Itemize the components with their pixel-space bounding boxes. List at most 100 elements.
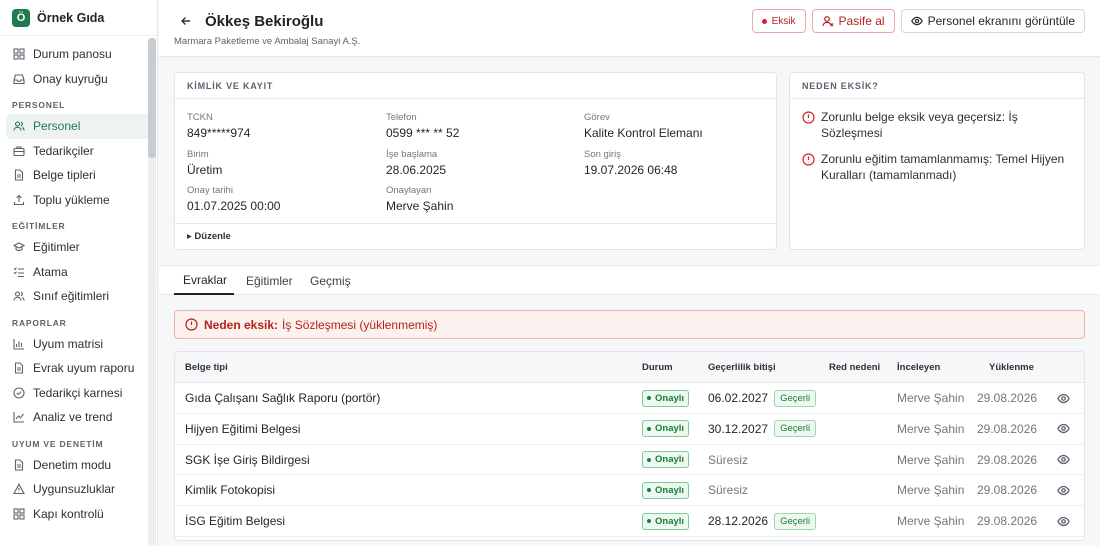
expiry-date: Süresiz: [708, 483, 749, 498]
field-value: 28.06.2025: [386, 163, 447, 177]
cell-belge-tipi: SGK İşe Giriş Bildirgesi: [185, 452, 310, 467]
main-content: Ökkeş Bekiroğlu Marmara Paketleme ve Amb…: [159, 0, 1100, 546]
sidebar-section-heading: UYUM VE DENETİM: [12, 438, 104, 449]
col-durum[interactable]: Durum: [642, 352, 673, 383]
sidebar-item-durum-panosu[interactable]: Durum panosu: [6, 42, 151, 67]
field-onaylayan: Onaylayan Merve Şahin: [386, 185, 453, 213]
cell-gecerlilik: 30.12.2027 Geçerli: [708, 414, 817, 444]
col-belge-tipi[interactable]: Belge tipi: [185, 352, 228, 383]
document-icon: [12, 168, 26, 182]
sidebar-item-analiz-ve-trend[interactable]: Analiz ve trend: [6, 405, 151, 430]
field-gorev: Görev Kalite Kontrol Elemanı: [584, 112, 703, 140]
sidebar-item-evrak-uyum-raporu[interactable]: Evrak uyum raporu: [6, 356, 151, 381]
table-row[interactable]: İSG Eğitim Belgesi Onaylı 28.12.2026 Geçerl…: [175, 506, 1084, 537]
sidebar-item-belge-tipleri[interactable]: Belge tipleri: [6, 163, 151, 188]
users-icon: [12, 119, 26, 133]
pasife-al-button[interactable]: Pasife al: [811, 9, 895, 33]
sidebar-scroll-thumb[interactable]: [148, 38, 156, 158]
brand[interactable]: Ö Örnek Gıda: [0, 0, 157, 36]
cell-gecerlilik: 28.12.2026 Geçerli: [708, 506, 817, 536]
sidebar-item-toplu-yukleme[interactable]: Toplu yükleme: [6, 188, 151, 213]
field-label: Telefon: [386, 112, 417, 123]
pasife-al-label: Pasife al: [838, 14, 885, 28]
cell-inceleyen: Merve Şahin: [897, 391, 965, 405]
sidebar-item-label: Tedarikçi karnesi: [33, 385, 123, 400]
validity-badge: Geçerli: [774, 420, 817, 438]
tab-egitimler[interactable]: Eğitimler: [237, 266, 302, 295]
eye-icon[interactable]: [1057, 475, 1070, 505]
table-row[interactable]: Kimlik Fotokopisi Onaylı Süresiz Merve Şahi…: [175, 475, 1084, 507]
col-inceleyen[interactable]: İnceleyen: [897, 352, 940, 383]
tab-evraklar[interactable]: Evraklar: [174, 266, 234, 295]
sidebar-section-heading: PERSONEL: [12, 100, 66, 110]
view-personnel-screen-button[interactable]: Personel ekranını görüntüle: [900, 9, 1085, 33]
view-personnel-label: Personel ekranını görüntüle: [927, 14, 1075, 28]
sidebar-item-label: Atama: [33, 264, 68, 279]
identity-card: KİMLİK VE KAYIT TCKN 849*****974 Telefon…: [174, 72, 777, 250]
cell-durum: Onaylı: [642, 445, 690, 475]
sidebar-item-tedarikciler[interactable]: Tedarikçiler: [6, 139, 151, 164]
tab-gecmis[interactable]: Geçmiş: [301, 266, 360, 295]
eksik-label: Eksik: [771, 15, 796, 27]
eye-icon[interactable]: [1057, 506, 1070, 536]
sidebar-item-label: Onay kuyruğu: [33, 71, 108, 86]
sidebar-scrollbar[interactable]: [148, 38, 156, 546]
field-value: Kalite Kontrol Elemanı: [584, 126, 703, 140]
col-gecerlilik[interactable]: Geçerlilik bitişi: [708, 352, 776, 383]
eye-icon: [910, 16, 923, 26]
alert-circle-icon: [802, 111, 815, 124]
table-row[interactable]: SGK İşe Giriş Bildirgesi Onaylı Süresiz Mer…: [175, 445, 1084, 476]
reasons-list: Zorunlu belge eksik veya geçersiz: İş Sö…: [790, 109, 1084, 183]
sidebar-item-sinif-egitimleri[interactable]: Sınıf eğitimleri: [6, 284, 151, 309]
eye-icon[interactable]: [1057, 414, 1070, 444]
sidebar-item-egitimler[interactable]: Eğitimler: [6, 235, 151, 260]
eye-icon[interactable]: [1057, 383, 1070, 413]
status-dot-icon: [647, 488, 651, 493]
alert-prefix: Neden eksik:: [204, 317, 279, 332]
cell-yuklenme: 29.08.2026: [977, 391, 1038, 405]
field-label: Onaylayan: [386, 185, 432, 196]
col-yuklenme[interactable]: Yüklenme: [989, 352, 1034, 383]
tab-bar: Evraklar Eğitimler Geçmiş: [159, 265, 1100, 295]
document-icon: [12, 458, 26, 472]
sidebar-item-denetim-modu[interactable]: Denetim modu: [6, 453, 151, 478]
status-badge-label: Onaylı: [655, 392, 685, 404]
sidebar-item-label: Uyum matrisi: [33, 336, 104, 351]
table-row[interactable]: Hijyen Eğitimi Belgesi Onaylı 30.12.2027 Ge…: [175, 414, 1084, 445]
sidebar-section-heading: RAPORLAR: [12, 317, 67, 328]
field-value: Üretim: [187, 163, 223, 177]
back-arrow-icon[interactable]: [180, 13, 194, 29]
field-value: Merve Şahin: [386, 199, 454, 213]
missing-reasons-card: NEDEN EKSİK? Zorunlu belge eksik veya ge…: [789, 72, 1085, 250]
cell-gecerlilik: 06.02.2027 Geçerli: [708, 383, 817, 413]
sidebar-item-uyum-matrisi[interactable]: Uyum matrisi: [6, 332, 151, 357]
identity-card-heading: KİMLİK VE KAYIT: [175, 73, 776, 99]
sidebar-item-kapi-kontrolu[interactable]: Kapı kontrolü: [6, 502, 151, 527]
cell-yuklenme: 29.08.2026: [977, 514, 1038, 529]
status-badge-label: Onaylı: [655, 423, 685, 435]
documents-table: Belge tipi Durum Geçerlilik bitişi Red n…: [174, 351, 1085, 541]
sidebar-item-atama[interactable]: Atama: [6, 260, 151, 285]
sidebar-item-tedarikci-karnesi[interactable]: Tedarikçi karnesi: [6, 381, 151, 406]
grid-icon: [12, 47, 26, 61]
validity-badge: Geçerli: [774, 389, 817, 407]
expiry-date: 06.02.2027: [708, 391, 769, 405]
sidebar-item-label: Personel: [33, 119, 81, 134]
sidebar-item-uygunsuzluklar[interactable]: Uygunsuzluklar: [6, 477, 151, 502]
table-header: Belge tipi Durum Geçerlilik bitişi Red n…: [175, 352, 1084, 383]
table-row[interactable]: Gıda Çalışanı Sağlık Raporu (portör) Onay…: [175, 383, 1084, 414]
sidebar-item-label: Analiz ve trend: [33, 410, 113, 425]
edit-toggle[interactable]: ▸ Düzenle: [175, 223, 776, 249]
col-red-nedeni[interactable]: Red nedeni: [829, 352, 880, 383]
reason-item: Zorunlu belge eksik veya geçersiz: İş Sö…: [790, 109, 1084, 141]
graduation-icon: [12, 240, 26, 254]
header-actions: Eksik Pasife al Personel ekranını görünt…: [751, 9, 1085, 33]
sidebar-item-personel[interactable]: Personel: [6, 114, 151, 139]
eksik-status-button[interactable]: Eksik: [751, 9, 806, 33]
sidebar-item-label: Kapı kontrolü: [33, 506, 104, 521]
eye-icon[interactable]: [1057, 445, 1070, 475]
field-ise-baslama: İşe başlama 28.06.2025: [386, 149, 446, 177]
sidebar-item-onay-kuyrugu[interactable]: Onay kuyruğu: [6, 67, 151, 92]
status-badge: Onaylı: [642, 481, 690, 499]
alert-circle-icon: [185, 318, 198, 331]
